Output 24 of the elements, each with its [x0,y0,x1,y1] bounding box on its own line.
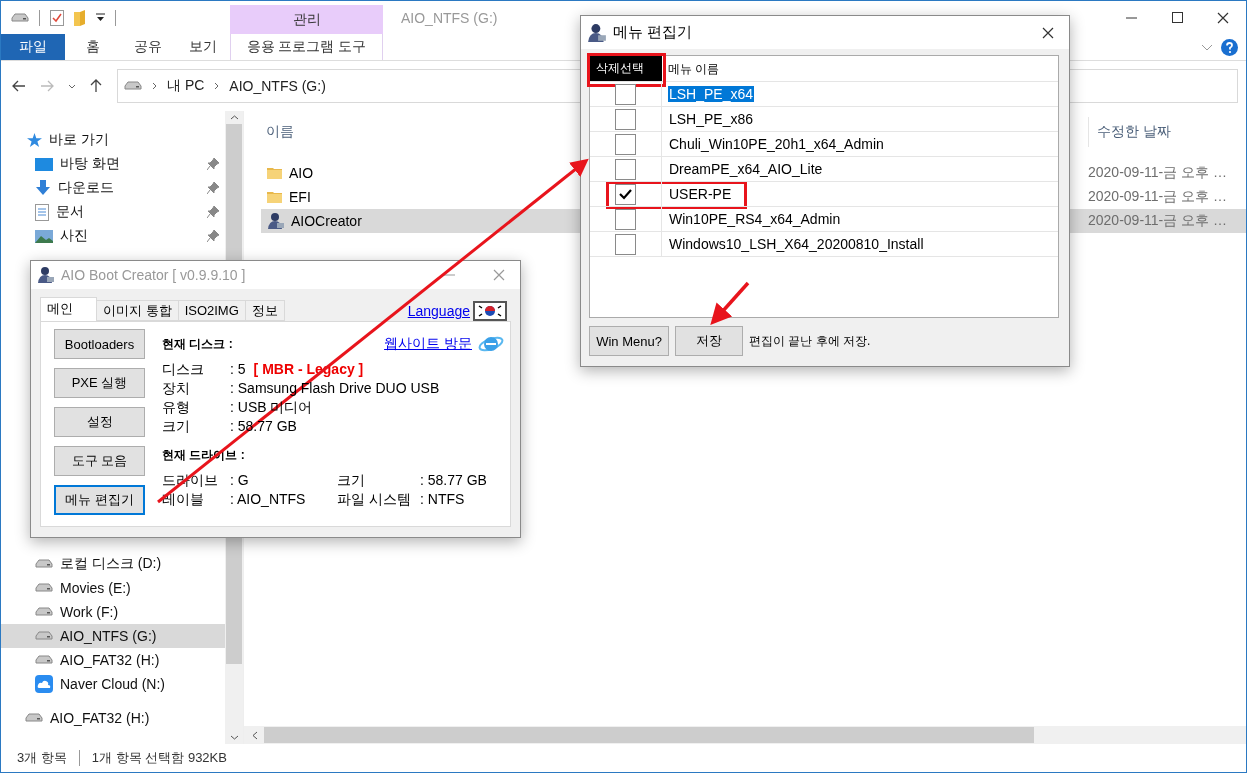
field-label: 크기 [337,472,366,490]
field-value: : NTFS [420,491,465,509]
file-date: 2020-09-11-금 오후 … [1087,164,1227,182]
status-text: 1개 항목 선택함 932KB [91,749,227,767]
field-value: : AIO_NTFS [230,491,306,509]
dialog-title: AIO Boot Creator [ v0.9.9.10 ] [61,267,247,283]
field-value: : 58.77 GB [420,472,487,490]
field-label: 파일 시스템 [337,491,412,509]
field-label: 유형 [162,399,191,417]
save-note: 편집이 끝난 후에 저장. [749,332,871,350]
section-heading: 현재 디스크 : [162,335,233,353]
file-date: 2020-09-11-금 오후 … [1087,188,1227,206]
field-value: : 5 [230,361,246,379]
field-value: : Samsung Flash Drive DUO USB [230,380,440,398]
field-value: : G [230,472,249,490]
status-text: 3개 항목 [17,749,67,767]
window-title: AIO_NTFS (G:) [401,9,498,26]
field-label: 장치 [162,380,191,398]
file-date: 2020-09-11-금 오후 … [1087,212,1227,230]
field-label: 크기 [162,418,191,436]
field-label: 레이블 [162,491,205,509]
dialog-title: 메뉴 편집기 [613,23,694,42]
field-label: 디스크 [162,361,205,379]
contextual-tab-group: 관리 [230,5,383,34]
